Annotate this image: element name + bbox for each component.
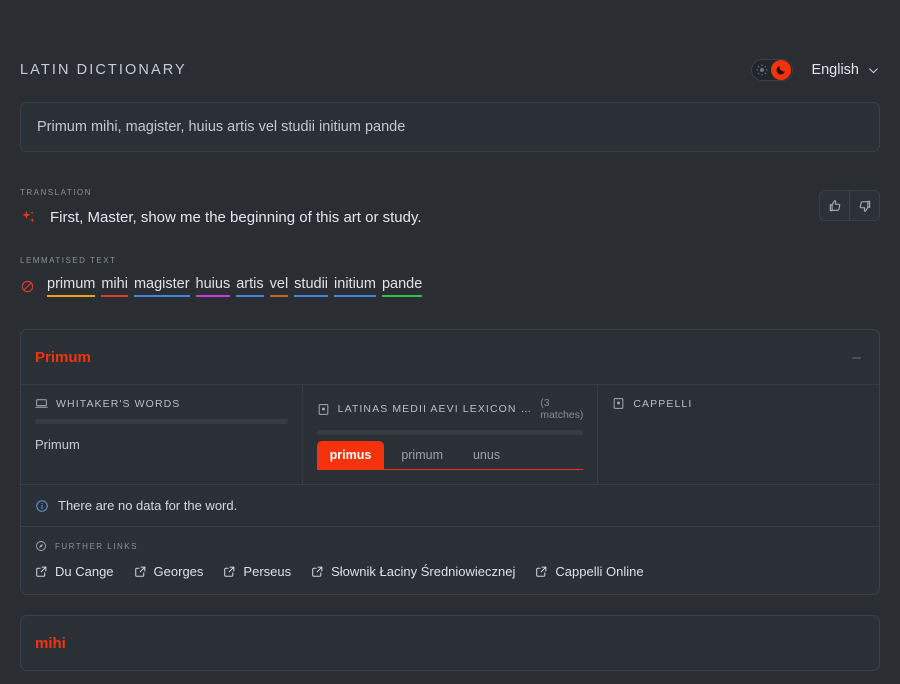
- minimize-button[interactable]: –: [849, 346, 865, 369]
- column-title: WHITAKER'S WORDS: [56, 397, 181, 410]
- external-link-icon: [35, 565, 48, 578]
- lemma-token[interactable]: huius: [195, 276, 231, 297]
- column-title: CAPPELLI: [633, 397, 693, 410]
- further-link[interactable]: Du Cange: [35, 564, 114, 579]
- dictionary-column-whitakers: WHITAKER'S WORDS Primum: [21, 385, 303, 484]
- no-data-text: There are no data for the word.: [58, 498, 238, 513]
- book-icon: [317, 403, 330, 416]
- column-scrollbar[interactable]: [316, 430, 584, 435]
- column-header: CAPPELLI: [612, 397, 865, 410]
- lemma-chip[interactable]: unus: [460, 441, 513, 469]
- result-card-title: mihi: [35, 634, 66, 652]
- lemma-token[interactable]: primum: [47, 276, 96, 297]
- lemma-token[interactable]: mihi: [101, 276, 128, 297]
- feedback-controls: [819, 190, 880, 221]
- lemma-chip-active[interactable]: primus: [316, 441, 385, 469]
- info-icon: [35, 499, 49, 513]
- further-links-label: FURTHER LINKS: [55, 541, 138, 551]
- lemma-token[interactable]: magister: [133, 276, 190, 297]
- lemma-token[interactable]: artis: [236, 276, 264, 297]
- column-scrollbar[interactable]: [35, 419, 288, 424]
- monitor-icon: [35, 397, 48, 410]
- top-bar: LATIN DICTIONARY English: [20, 0, 880, 102]
- lemmatised-label: LEMMATISED TEXT: [20, 256, 117, 265]
- language-selector[interactable]: English: [811, 62, 880, 78]
- translation-section: TRANSLATION First, Master, show me the b…: [20, 188, 880, 226]
- further-links-list: Du Cange Georges Perseus Słownik Łaciny Śre…: [35, 564, 865, 579]
- result-card-header: mihi: [21, 616, 879, 670]
- further-link[interactable]: Cappelli Online: [535, 564, 644, 579]
- further-link[interactable]: Georges: [134, 564, 204, 579]
- translation-text: First, Master, show me the beginning of …: [50, 209, 422, 226]
- external-link-icon: [535, 565, 548, 578]
- result-card-mihi: mihi: [20, 615, 880, 671]
- moon-icon: [771, 60, 792, 80]
- result-card-header: Primum –: [21, 330, 879, 384]
- further-links-section: FURTHER LINKS Du Cange Georges Perseus Słow…: [21, 526, 879, 594]
- column-header: WHITAKER'S WORDS: [35, 397, 288, 410]
- further-link[interactable]: Perseus: [223, 564, 291, 579]
- dictionary-column-cappelli: CAPPELLI: [598, 385, 879, 484]
- dictionary-columns: WHITAKER'S WORDS Primum LATINAS MEDII AE…: [21, 384, 879, 484]
- further-link-label: Georges: [153, 564, 204, 579]
- lemma-token[interactable]: initium: [334, 276, 376, 297]
- thumbs-down-button[interactable]: [850, 191, 879, 220]
- external-link-icon: [223, 565, 236, 578]
- result-card-primum: Primum – WHITAKER'S WORDS Primum LATINAS…: [20, 329, 880, 595]
- result-card-title: Primum: [35, 348, 91, 366]
- further-link-label: Słownik Łaciny Średniowiecznej: [331, 564, 516, 579]
- lemmatised-row: primum mihi magister huius artis vel studii ini…: [20, 276, 880, 297]
- lemmatised-tokens: primum mihi magister huius artis vel studii ini…: [47, 276, 423, 297]
- column-header: LATINAS MEDII AEVI LEXICON … (3 matches): [317, 397, 584, 421]
- lemma-token[interactable]: studii: [294, 276, 329, 297]
- lemmatised-section: LEMMATISED TEXT primum mihi magister huius a…: [20, 256, 880, 297]
- compass-icon: [35, 540, 47, 552]
- further-link[interactable]: Słownik Łaciny Średniowiecznej: [311, 564, 515, 579]
- dictionary-column-lexicon: LATINAS MEDII AEVI LEXICON … (3 matches)…: [303, 385, 599, 484]
- sun-icon: [753, 64, 770, 76]
- column-title: LATINAS MEDII AEVI LEXICON …: [337, 403, 533, 415]
- translation-label: TRANSLATION: [20, 188, 92, 197]
- thumbs-up-button[interactable]: [820, 191, 849, 220]
- results-list: Primum – WHITAKER'S WORDS Primum LATINAS…: [20, 329, 880, 671]
- column-matches: (3 matches): [540, 397, 584, 421]
- translation-row: First, Master, show me the beginning of …: [20, 209, 880, 226]
- page-title: LATIN DICTIONARY: [20, 62, 187, 78]
- further-link-label: Cappelli Online: [555, 564, 644, 579]
- search-box[interactable]: [20, 102, 880, 152]
- chevron-down-icon: [867, 64, 880, 77]
- lemma-chip-tabs: primus primum unus: [316, 441, 584, 470]
- language-label: English: [811, 62, 859, 78]
- further-link-label: Perseus: [243, 564, 292, 579]
- external-link-icon: [134, 565, 147, 578]
- lemma-token[interactable]: pande: [381, 276, 423, 297]
- top-bar-controls: English: [751, 59, 880, 81]
- app-root: LATIN DICTIONARY English Primum mihi, ma…: [0, 0, 900, 684]
- column-entry[interactable]: Primum: [35, 437, 288, 452]
- lemma-token[interactable]: vel: [269, 276, 289, 297]
- external-link-icon: [311, 565, 324, 578]
- further-link-label: Du Cange: [55, 564, 114, 579]
- book-icon: [612, 397, 625, 410]
- no-data-notice: There are no data for the word.: [21, 484, 879, 526]
- search-input[interactable]: [35, 118, 865, 136]
- sparkles-icon: [20, 209, 37, 226]
- slashed-circle-icon: [20, 279, 35, 294]
- theme-toggle[interactable]: [751, 59, 794, 81]
- lemma-chip[interactable]: primum: [388, 441, 456, 469]
- further-links-header: FURTHER LINKS: [35, 540, 865, 552]
